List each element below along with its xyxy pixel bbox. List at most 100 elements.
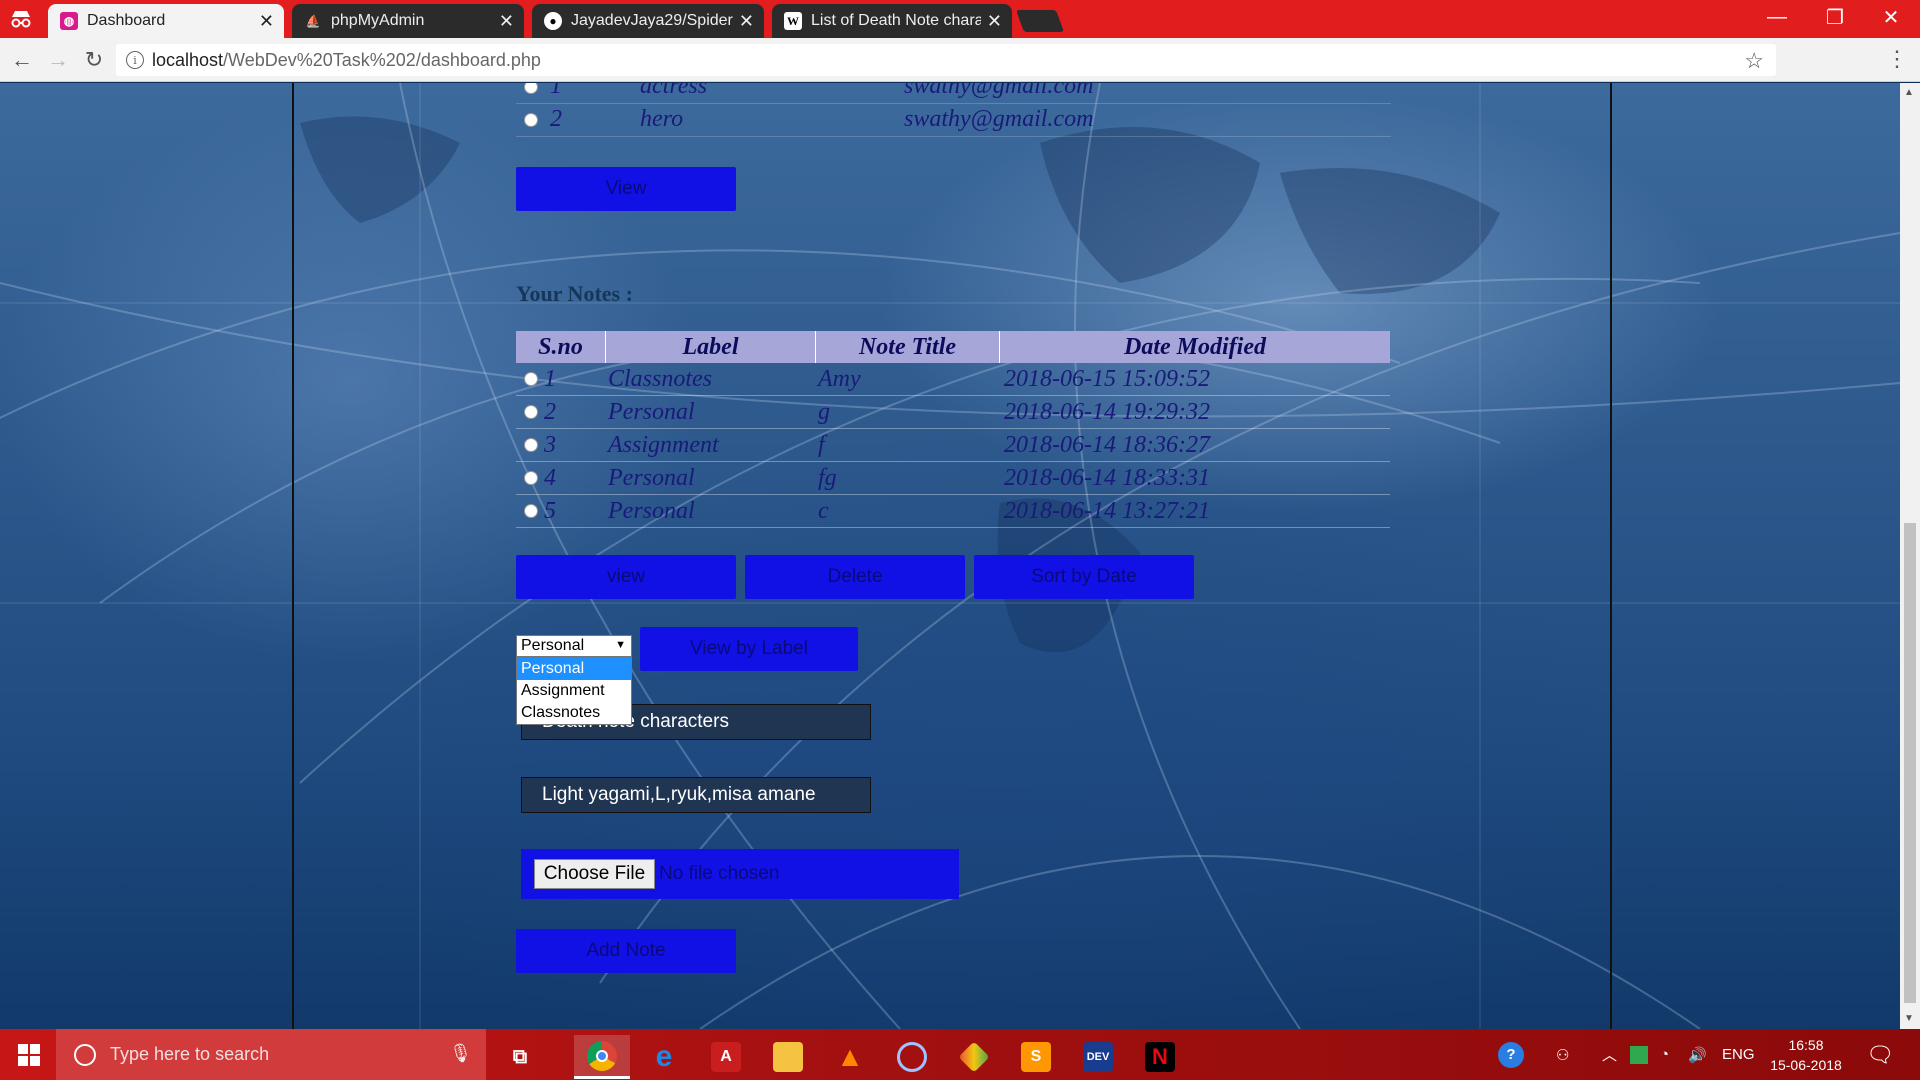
wikipedia-favicon-icon: W xyxy=(784,12,802,30)
delete-button[interactable]: Delete xyxy=(745,555,965,599)
dropdown-option[interactable]: Classnotes xyxy=(517,702,631,724)
browser-toolbar: ← → ↻ i localhost/WebDev%20Task%202/dash… xyxy=(0,38,1920,82)
app-tray-icon[interactable] xyxy=(1630,1029,1648,1080)
note-content-input[interactable]: Light yagami,L,ryuk,misa amane xyxy=(521,777,871,813)
file-status: No file chosen xyxy=(659,863,780,884)
search-placeholder: Type here to search xyxy=(110,1044,270,1064)
row-label: hero xyxy=(640,106,684,132)
row-email: swathy@gmail.com xyxy=(904,106,1094,132)
sublime-text-icon[interactable]: S xyxy=(1008,1035,1064,1079)
row-sno: 4 xyxy=(544,465,556,491)
close-tab-icon[interactable]: ✕ xyxy=(739,11,754,32)
windows-taskbar: Type here to search 🎙 ⧉ e A ▲ S DEV N ? … xyxy=(0,1029,1920,1080)
address-bar[interactable]: i localhost/WebDev%20Task%202/dashboard.… xyxy=(116,44,1776,76)
row-sno: 2 xyxy=(550,106,562,132)
scroll-up-icon[interactable]: ▲ xyxy=(1904,87,1914,98)
scroll-down-icon[interactable]: ▼ xyxy=(1904,1013,1914,1024)
choose-file-button[interactable]: Choose File xyxy=(534,859,655,889)
vlc-icon[interactable]: ▲ xyxy=(822,1035,878,1079)
windows-start-icon[interactable] xyxy=(18,1044,40,1066)
row-radio[interactable] xyxy=(524,438,538,452)
acrobat-icon[interactable]: A xyxy=(698,1035,754,1079)
view-by-label-button[interactable]: View by Label xyxy=(640,627,858,671)
github-favicon-icon: ● xyxy=(544,12,562,30)
show-hidden-icons[interactable]: ︿ xyxy=(1602,1029,1617,1080)
close-tab-icon[interactable]: ✕ xyxy=(259,11,274,32)
dev-cpp-icon[interactable]: DEV xyxy=(1070,1035,1126,1079)
chrome-icon[interactable] xyxy=(574,1035,630,1079)
row-radio[interactable] xyxy=(524,405,538,419)
notifications-icon[interactable]: 🗨 xyxy=(1866,1029,1894,1080)
netflix-icon[interactable]: N xyxy=(1132,1035,1188,1079)
edge-icon[interactable]: e xyxy=(636,1035,692,1079)
tab-dashboard[interactable]: ◍ Dashboard ✕ xyxy=(48,4,284,38)
label-select[interactable]: Personal ▼ xyxy=(516,635,632,657)
dropdown-option[interactable]: Personal xyxy=(517,658,631,680)
restore-icon[interactable]: ❐ xyxy=(1806,0,1864,34)
tab-github[interactable]: ● JayadevJaya29/SpiderWe ✕ xyxy=(532,4,764,38)
task-view-icon[interactable]: ⧉ xyxy=(492,1035,548,1079)
bookmark-star-icon[interactable]: ☆ xyxy=(1744,48,1764,74)
column-header-date: Date Modified xyxy=(1124,333,1266,360)
info-icon[interactable]: i xyxy=(126,51,144,69)
row-date: 2018-06-15 15:09:52 xyxy=(1004,366,1210,392)
help-icon[interactable]: ? xyxy=(1498,1029,1524,1080)
notes-table-header: S.no Label Note Title Date Modified xyxy=(516,331,1390,363)
table-row: 1 Classnotes Amy 2018-06-15 15:09:52 xyxy=(516,363,1390,396)
column-header-title: Note Title xyxy=(816,331,1000,363)
scrollbar-thumb[interactable] xyxy=(1904,523,1916,1003)
chevron-down-icon: ▼ xyxy=(615,639,626,651)
row-date: 2018-06-14 19:29:32 xyxy=(1004,399,1210,425)
clock[interactable]: 16:58 15-06-2018 xyxy=(1766,1035,1846,1075)
people-icon[interactable]: ⚇ xyxy=(1556,1029,1569,1080)
phpmyadmin-favicon-icon: ⛵ xyxy=(305,14,321,28)
back-arrow-icon[interactable]: ← xyxy=(8,46,36,74)
add-note-button[interactable]: Add Note xyxy=(516,929,736,973)
close-tab-icon[interactable]: ✕ xyxy=(987,11,1002,32)
row-title: f xyxy=(818,432,825,458)
tab-wikipedia[interactable]: W List of Death Note charac ✕ xyxy=(772,4,1012,38)
volume-icon[interactable]: 🔊 xyxy=(1688,1029,1707,1080)
menu-dots-icon[interactable]: ⋮ xyxy=(1886,46,1908,72)
row-radio[interactable] xyxy=(524,471,538,485)
tab-title: JayadevJaya29/SpiderWe xyxy=(571,12,733,29)
tab-phpmyadmin[interactable]: ⛵ phpMyAdmin ✕ xyxy=(292,4,524,38)
row-sno: 3 xyxy=(544,432,556,458)
minimize-icon[interactable]: — xyxy=(1748,0,1806,34)
cortana-icon xyxy=(74,1043,96,1066)
taskbar-search[interactable]: Type here to search 🎙 xyxy=(56,1029,486,1080)
row-radio[interactable] xyxy=(524,113,538,127)
column-header-sno: S.no xyxy=(516,331,606,363)
table-row: 1 actress swathy@gmail.com xyxy=(516,83,1391,104)
git-icon[interactable] xyxy=(946,1035,1002,1079)
incognito-icon xyxy=(11,11,31,28)
forward-arrow-icon[interactable]: → xyxy=(44,46,72,74)
view-button[interactable]: View xyxy=(516,167,736,211)
row-radio[interactable] xyxy=(524,83,538,94)
notes-heading: Your Notes : xyxy=(516,281,633,306)
row-title: Amy xyxy=(818,366,861,392)
row-sno: 1 xyxy=(550,83,562,99)
select-value: Personal xyxy=(521,637,585,654)
language-indicator[interactable]: ENG xyxy=(1722,1029,1755,1080)
wifi-icon[interactable]: ◔ xyxy=(1660,1029,1669,1080)
view-note-button[interactable]: view xyxy=(516,555,736,599)
sort-by-date-button[interactable]: Sort by Date xyxy=(974,555,1194,599)
browser-app-icon[interactable] xyxy=(884,1035,940,1079)
row-radio[interactable] xyxy=(524,504,538,518)
vertical-scrollbar[interactable]: ▲ ▼ xyxy=(1900,83,1920,1029)
microphone-icon[interactable]: 🎙 xyxy=(449,1043,472,1064)
row-label: Assignment xyxy=(608,432,719,458)
dropdown-option[interactable]: Assignment xyxy=(517,680,631,702)
tab-title: phpMyAdmin xyxy=(331,12,425,29)
row-sno: 1 xyxy=(544,366,556,392)
file-explorer-icon[interactable] xyxy=(760,1035,816,1079)
new-tab-button[interactable] xyxy=(1015,10,1065,32)
row-radio[interactable] xyxy=(524,372,538,386)
row-title: fg xyxy=(818,465,837,491)
reload-icon[interactable]: ↻ xyxy=(80,46,108,74)
close-tab-icon[interactable]: ✕ xyxy=(499,11,514,32)
table-row: 4 Personal fg 2018-06-14 18:33:31 xyxy=(516,462,1390,495)
close-window-icon[interactable]: ✕ xyxy=(1862,0,1920,34)
row-date: 2018-06-14 13:27:21 xyxy=(1004,498,1210,524)
